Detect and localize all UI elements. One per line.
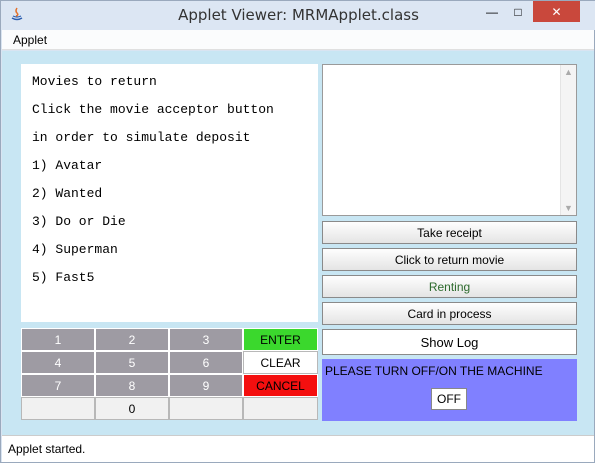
- take-receipt-button[interactable]: Take receipt: [322, 221, 577, 244]
- key-0[interactable]: 0: [95, 397, 169, 420]
- applet-viewer-window: Applet Viewer: MRMApplet.class — □ ✕ App…: [0, 0, 595, 463]
- instructions-panel: Movies to return Click the movie accepto…: [21, 64, 318, 322]
- minimize-button[interactable]: —: [479, 1, 505, 22]
- key-8[interactable]: 8: [95, 374, 169, 397]
- key-5[interactable]: 5: [95, 351, 169, 374]
- status-text: Applet started.: [8, 442, 86, 456]
- clear-button[interactable]: CLEAR: [243, 351, 318, 374]
- return-movie-button[interactable]: Click to return movie: [322, 248, 577, 271]
- vertical-scrollbar[interactable]: ▲ ▼: [560, 65, 576, 215]
- keypad: 1 2 3 ENTER 4 5 6 CLEAR 7 8 9 CANCEL 0: [21, 328, 318, 421]
- movie-item: 2) Wanted: [32, 186, 103, 201]
- movie-item: 3) Do or Die: [32, 214, 126, 229]
- maximize-button[interactable]: □: [505, 1, 531, 22]
- receipt-text-area[interactable]: ▲ ▼: [322, 64, 577, 216]
- scroll-down-icon[interactable]: ▼: [564, 203, 573, 213]
- key-6[interactable]: 6: [169, 351, 243, 374]
- movie-item: 1) Avatar: [32, 158, 103, 173]
- key-3[interactable]: 3: [169, 328, 243, 351]
- close-button[interactable]: ✕: [533, 1, 580, 22]
- key-1[interactable]: 1: [21, 328, 95, 351]
- scroll-up-icon[interactable]: ▲: [564, 67, 573, 77]
- status-bar: Applet started.: [2, 435, 594, 462]
- power-message: PLEASE TURN OFF/ON THE MACHINE: [325, 364, 543, 378]
- instruction-line: in order to simulate deposit: [32, 130, 251, 145]
- off-button[interactable]: OFF: [431, 388, 467, 410]
- key-blank-mid[interactable]: [169, 397, 243, 420]
- key-7[interactable]: 7: [21, 374, 95, 397]
- title-bar: Applet Viewer: MRMApplet.class — □ ✕: [1, 1, 595, 30]
- show-log-button[interactable]: Show Log: [322, 329, 577, 355]
- key-9[interactable]: 9: [169, 374, 243, 397]
- applet-area: Movies to return Click the movie accepto…: [2, 51, 594, 435]
- cancel-button[interactable]: CANCEL: [243, 374, 318, 397]
- card-in-process-button[interactable]: Card in process: [322, 302, 577, 325]
- key-blank-left[interactable]: [21, 397, 95, 420]
- renting-button[interactable]: Renting: [322, 275, 577, 298]
- enter-button[interactable]: ENTER: [243, 328, 318, 351]
- instruction-line: Movies to return: [32, 74, 157, 89]
- menu-bar: Applet: [2, 30, 594, 50]
- instruction-line: Click the movie acceptor button: [32, 102, 274, 117]
- key-blank-right[interactable]: [243, 397, 318, 420]
- power-panel: PLEASE TURN OFF/ON THE MACHINE OFF: [322, 359, 577, 421]
- menu-applet[interactable]: Applet: [13, 33, 47, 47]
- movie-item: 4) Superman: [32, 242, 118, 257]
- movie-item: 5) Fast5: [32, 270, 95, 285]
- key-2[interactable]: 2: [95, 328, 169, 351]
- key-4[interactable]: 4: [21, 351, 95, 374]
